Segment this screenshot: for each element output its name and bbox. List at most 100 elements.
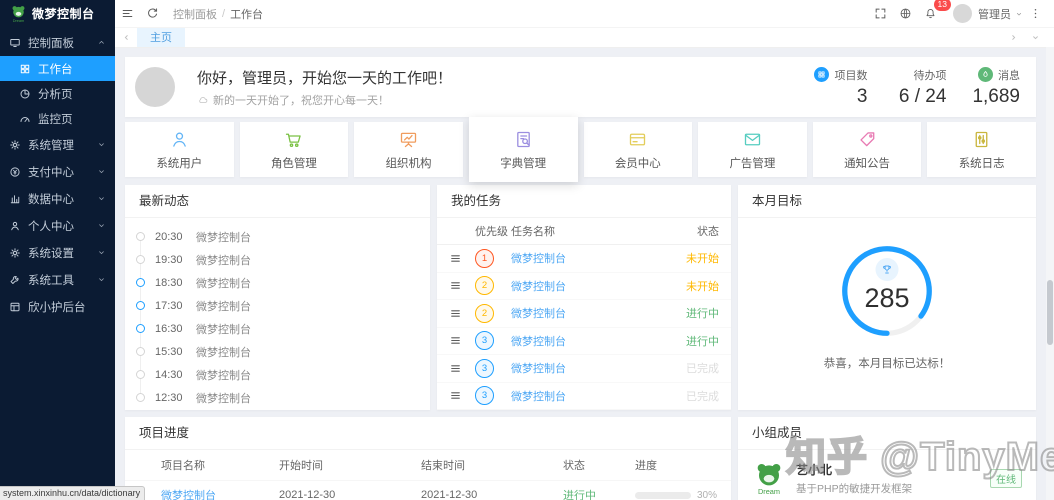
user-avatar[interactable] <box>953 4 972 23</box>
drag-handle-icon[interactable] <box>449 362 462 375</box>
stat-projects: 项目数 3 <box>814 67 867 108</box>
drag-handle-icon[interactable] <box>449 279 462 292</box>
shortcut-user[interactable]: 系统用户 <box>125 122 234 177</box>
timeline-item[interactable]: 19:30 微梦控制台 <box>125 248 430 271</box>
col-progress: 进度 <box>635 460 657 472</box>
fullscreen-icon[interactable] <box>868 0 893 27</box>
task-row[interactable]: 3 微梦控制台 进行中 <box>437 328 731 355</box>
shortcut-card[interactable]: 会员中心 <box>583 122 693 177</box>
task-name-link[interactable]: 微梦控制台 <box>511 278 661 294</box>
task-row[interactable]: 1 微梦控制台 未开始 <box>437 245 731 273</box>
project-name-link[interactable]: 微梦控制台 <box>161 487 279 500</box>
progress-bar: 30% <box>635 490 721 500</box>
timeline-text: 微梦控制台 <box>196 323 251 336</box>
timeline-item[interactable]: 17:30 微梦控制台 <box>125 294 430 317</box>
drag-handle-icon[interactable] <box>449 389 462 402</box>
tab-home[interactable]: 主页 <box>137 27 185 47</box>
breadcrumb: 控制面板 / 工作台 <box>173 6 263 22</box>
task-name-link[interactable]: 微梦控制台 <box>511 360 661 376</box>
chevron-down-icon <box>97 140 106 149</box>
user-menu[interactable]: 管理员 <box>978 6 1023 22</box>
task-row[interactable]: 3 微梦控制台 已完成 <box>437 355 731 383</box>
timeline-item[interactable]: 12:30 微梦控制台 <box>125 386 430 409</box>
sidebar-item[interactable]: 系统管理 <box>0 131 115 158</box>
scrollbar-thumb[interactable] <box>1047 280 1053 345</box>
col-end-time: 结束时间 <box>421 460 465 472</box>
sidebar: Dream 微梦控制台 控制面板 工作台 分析页 监控页 系统管理 支付中心 数… <box>0 0 146 500</box>
svg-text:Dream: Dream <box>13 18 25 23</box>
shortcut-board[interactable]: 组织机构 <box>354 122 463 177</box>
timeline-dot <box>136 370 145 379</box>
drag-handle-icon[interactable] <box>449 334 462 347</box>
task-name-link[interactable]: 微梦控制台 <box>511 388 661 404</box>
todo-icon <box>893 67 908 82</box>
timeline-text: 微梦控制台 <box>196 369 251 382</box>
shortcut-label: 通知公告 <box>844 157 891 170</box>
timeline-time: 20:30 <box>155 230 183 243</box>
language-globe-icon[interactable] <box>893 0 918 27</box>
task-row[interactable]: 2 微梦控制台 进行中 <box>437 300 731 328</box>
shortcut-label: 组织机构 <box>385 157 432 170</box>
notification-badge: 13 <box>932 0 952 12</box>
gauge-icon <box>19 113 31 125</box>
tab-options-icon[interactable] <box>1024 27 1046 47</box>
sidebar-item[interactable]: 监控页 <box>0 106 115 131</box>
sidebar-item[interactable]: 控制面板 <box>0 29 115 56</box>
breadcrumb-item-current: 工作台 <box>230 8 264 21</box>
sidebar-item[interactable]: 工作台 <box>0 56 115 81</box>
timeline-dot <box>136 393 145 402</box>
tab-scroll-right-icon[interactable] <box>1002 27 1024 47</box>
app-logo[interactable]: Dream 微梦控制台 <box>0 0 115 27</box>
timeline-item[interactable]: 14:30 微梦控制台 <box>125 363 430 386</box>
priority-badge: 3 <box>475 386 494 406</box>
timeline-text: 微梦控制台 <box>196 254 251 267</box>
chevron-down-icon <box>97 248 106 257</box>
sidebar-item[interactable]: 系统工具 <box>0 266 115 293</box>
sidebar-item[interactable]: 支付中心 <box>0 158 115 185</box>
tab-scroll-left-icon[interactable] <box>115 27 137 47</box>
gear-icon <box>9 139 21 151</box>
priority-badge: 1 <box>475 248 494 268</box>
greeting-avatar <box>135 67 175 107</box>
timeline-time: 16:30 <box>155 322 183 335</box>
notifications-bell-icon[interactable]: 13 <box>918 0 952 27</box>
timeline-item[interactable]: 15:30 微梦控制台 <box>125 340 430 363</box>
sidebar-item[interactable]: 数据中心 <box>0 185 115 212</box>
sliders-icon <box>971 129 992 150</box>
sidebar-item[interactable]: 分析页 <box>0 81 115 106</box>
menu-collapse-icon[interactable] <box>115 0 140 27</box>
drag-handle-icon[interactable] <box>449 307 462 320</box>
shortcut-tags[interactable]: 通知公告 <box>812 122 922 177</box>
sidebar-item[interactable]: 欣小护后台 <box>0 293 115 320</box>
timeline-item[interactable]: 20:30 微梦控制台 <box>125 225 430 248</box>
sidebar-item[interactable]: 个人中心 <box>0 212 115 239</box>
shortcut-doc-search[interactable]: 字典管理 <box>468 117 578 182</box>
task-name-link[interactable]: 微梦控制台 <box>511 250 661 266</box>
sidebar-item[interactable]: 系统设置 <box>0 239 115 266</box>
timeline-item[interactable]: 16:30 微梦控制台 <box>125 317 430 340</box>
shortcut-cart[interactable]: 角色管理 <box>239 122 349 177</box>
tabbar: 主页 <box>115 27 1046 48</box>
task-name-link[interactable]: 微梦控制台 <box>511 305 661 321</box>
shortcut-sliders[interactable]: 系统日志 <box>927 122 1036 177</box>
priority-badge: 3 <box>475 358 494 378</box>
envelope-icon <box>742 129 763 150</box>
task-row[interactable]: 2 微梦控制台 未开始 <box>437 273 731 300</box>
drag-handle-icon[interactable] <box>449 252 462 265</box>
team-members-panel: 小组成员 Dream 艺小北 基于PHP的敏捷开发框架 在线 <box>738 417 1036 500</box>
tools-icon <box>9 274 21 286</box>
shortcut-label: 广告管理 <box>729 157 776 170</box>
panel-title: 最新动态 <box>125 185 430 218</box>
timeline-item[interactable]: 18:30 微梦控制台 <box>125 271 430 294</box>
end-time: 2021-12-30 <box>421 489 478 500</box>
shortcut-envelope[interactable]: 广告管理 <box>698 122 807 177</box>
breadcrumb-item[interactable]: 控制面板 <box>173 6 217 22</box>
main-scrollbar[interactable] <box>1046 47 1054 500</box>
greeting-stats: 项目数 3 待办项 6 / 24 消息 1,689 <box>814 67 1020 108</box>
task-row[interactable]: 3 微梦控制台 已完成 <box>437 383 731 410</box>
task-name-link[interactable]: 微梦控制台 <box>511 333 661 349</box>
progress-percent: 30% <box>697 489 718 500</box>
refresh-icon[interactable] <box>140 0 165 27</box>
sidebar-item-label: 系统工具 <box>28 274 74 287</box>
more-options-icon[interactable] <box>1023 0 1048 27</box>
